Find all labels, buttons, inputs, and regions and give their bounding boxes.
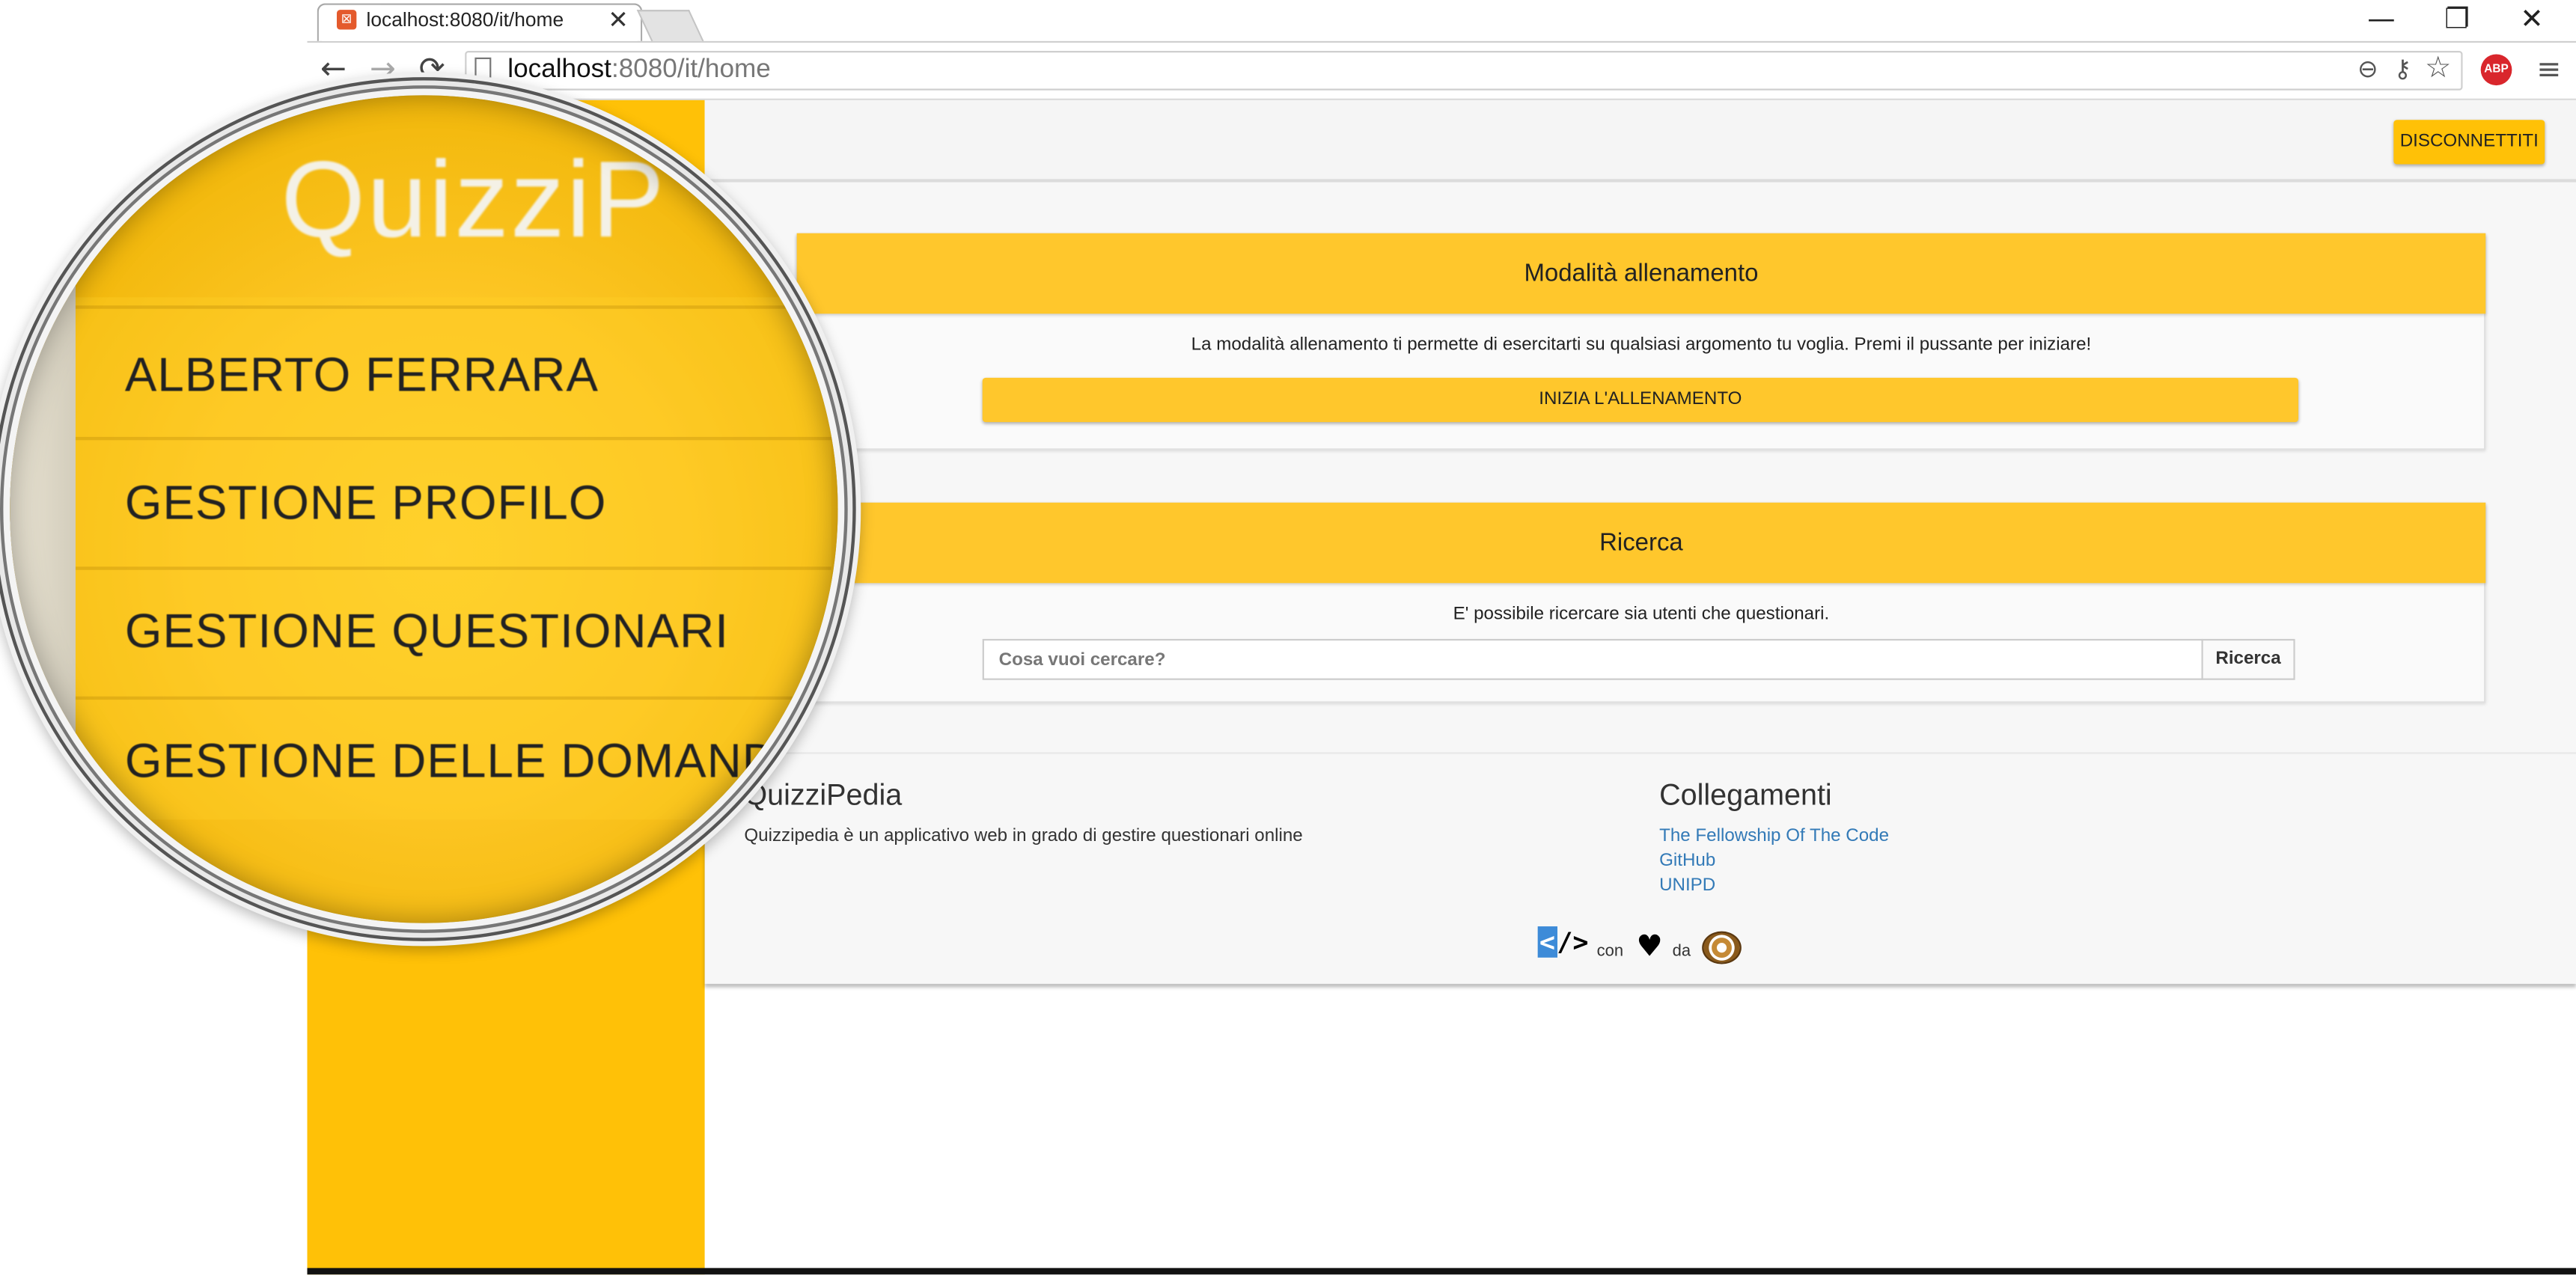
logout-button[interactable]: DISCONNETTITI xyxy=(2393,120,2545,165)
reload-icon[interactable]: ⟳ xyxy=(419,51,445,87)
sidebar-item-quizzes[interactable]: GESTIONE QUESTIONARI xyxy=(125,606,729,660)
adblock-plus-icon[interactable]: ABP xyxy=(2480,54,2512,86)
sidebar-item-user[interactable]: ALBERTO FERRARA xyxy=(125,350,599,404)
browser-tab-title: localhost:8080/it/home xyxy=(366,7,564,31)
magnified-separator xyxy=(75,436,831,441)
address-url[interactable]: localhost:8080/it/home xyxy=(507,56,770,86)
training-card-title: Modalità allenamento xyxy=(796,233,2486,314)
code-rest: /> xyxy=(1557,926,1589,958)
window-restore-icon[interactable]: ❐ xyxy=(2444,3,2469,36)
search-card-description: E' possibile ricercare sia utenti che qu… xyxy=(1453,604,1830,625)
team-logo-icon xyxy=(1702,931,1742,964)
tab-close-icon[interactable]: ✕ xyxy=(608,5,629,35)
code-icon: </> xyxy=(1537,926,1589,958)
forward-icon[interactable]: → xyxy=(370,51,396,87)
back-icon[interactable]: ← xyxy=(320,51,347,87)
training-card-description: La modalità allenamento ti permette di e… xyxy=(1191,334,2092,355)
search-input[interactable] xyxy=(982,638,2203,680)
credit-con-text: con xyxy=(1596,943,1624,961)
magnified-separator xyxy=(75,305,831,309)
bookmark-star-icon[interactable]: ☆ xyxy=(2425,51,2451,85)
start-training-button[interactable]: INIZIA L'ALLENAMENTO xyxy=(982,377,2299,423)
url-host: localhost xyxy=(507,55,611,84)
magnified-separator xyxy=(75,696,831,700)
footer-about-text: Quizzipedia è un applicativo web in grad… xyxy=(744,826,1303,846)
xampp-favicon-icon: ⊠ xyxy=(337,10,357,30)
zoom-icon[interactable]: ⊖ xyxy=(2357,54,2378,84)
magnifier-lens: QuizziP ALBERTO FERRARA GESTIONE PROFILO… xyxy=(10,95,838,923)
browser-menu-icon[interactable]: ≡ xyxy=(2536,52,2561,87)
window-close-icon[interactable]: ✕ xyxy=(2520,3,2543,36)
footer-link-github[interactable]: GitHub xyxy=(1659,851,1715,870)
heart-icon: ♥ xyxy=(1636,929,1663,964)
window-minimize-icon[interactable]: — xyxy=(2367,3,2395,36)
footer-link-fellowship[interactable]: The Fellowship Of The Code xyxy=(1659,826,1889,846)
bottom-bar xyxy=(307,1268,2576,1275)
footer-divider xyxy=(704,752,2576,754)
magnified-page-edge xyxy=(10,95,76,923)
code-lt: < xyxy=(1537,926,1557,958)
sidebar-item-profile[interactable]: GESTIONE PROFILO xyxy=(125,478,607,532)
footer-links-title: Collegamenti xyxy=(1659,778,1832,812)
page-icon xyxy=(474,57,492,79)
top-bar xyxy=(704,100,2576,183)
footer-link-unipd[interactable]: UNIPD xyxy=(1659,875,1715,895)
magnified-separator xyxy=(75,566,831,570)
sidebar-item-questions[interactable]: GESTIONE DELLE DOMANDE xyxy=(125,736,811,789)
magnified-logo: QuizziP xyxy=(281,138,666,260)
key-icon[interactable]: ⚷ xyxy=(2393,54,2411,84)
url-path: :8080/it/home xyxy=(611,55,771,84)
credit-da-text: da xyxy=(1672,943,1691,961)
search-button[interactable]: Ricerca xyxy=(2201,638,2295,680)
search-card-title: Ricerca xyxy=(796,502,2486,584)
